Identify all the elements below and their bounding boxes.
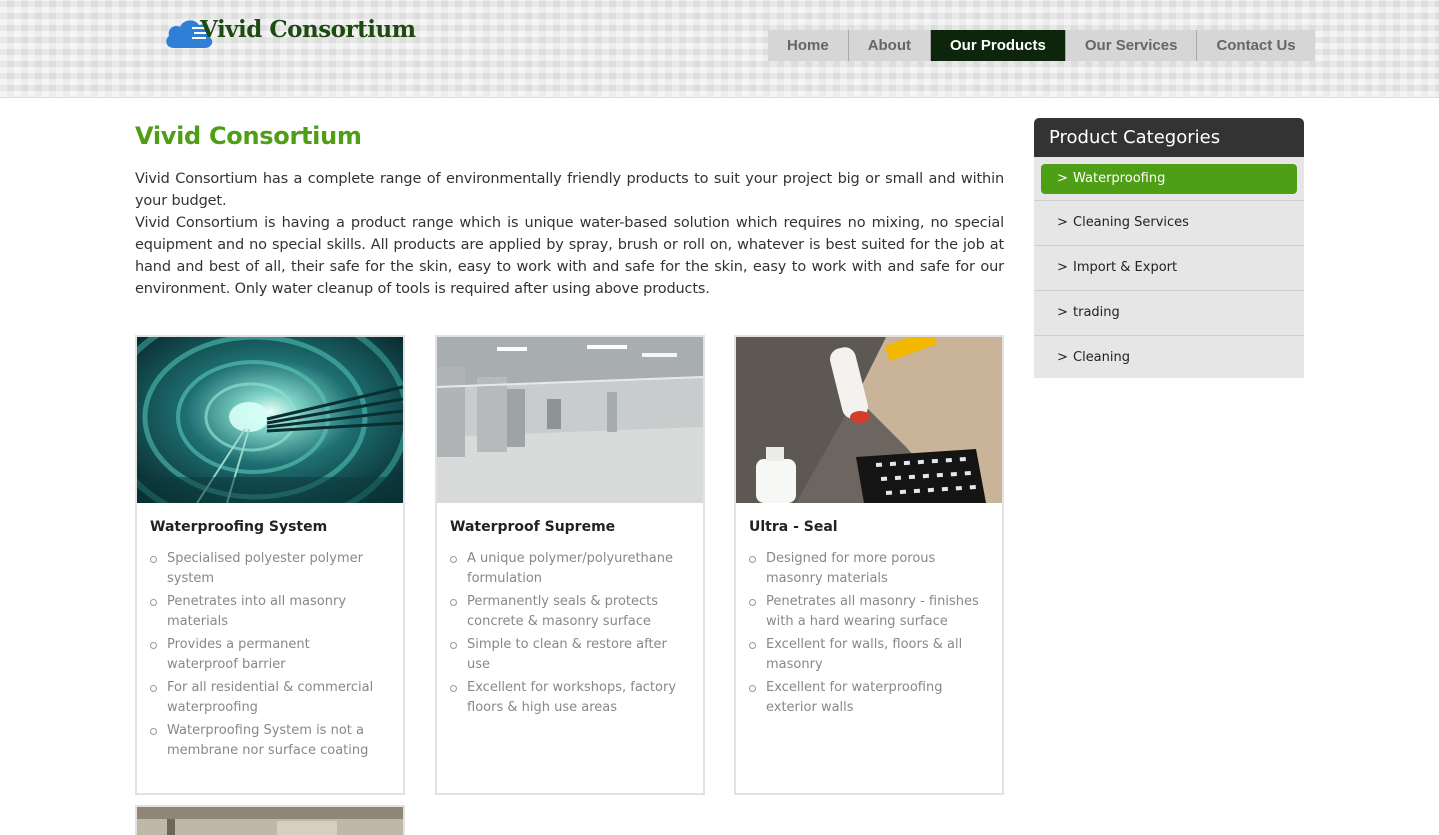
page-title: Vivid Consortium xyxy=(135,122,362,150)
product-title: Waterproof Supreme xyxy=(450,519,616,535)
paint-roller-photo[interactable] xyxy=(736,337,1002,503)
category-cleaning[interactable]: > Cleaning xyxy=(1034,336,1304,378)
product-card-waterproof-supreme[interactable]: Waterproof Supreme A unique polymer/poly… xyxy=(435,335,705,795)
category-trading[interactable]: > trading xyxy=(1034,291,1304,336)
list-item: For all residential & commercial waterpr… xyxy=(150,678,382,718)
site-header: Vivid Consortium Home About Our Products… xyxy=(0,0,1439,98)
category-label: Import & Export xyxy=(1073,260,1178,275)
nav-about[interactable]: About xyxy=(848,30,932,61)
product-card-waterproofing-system[interactable]: Waterproofing System Specialised polyest… xyxy=(135,335,405,795)
chevron-right-icon: > xyxy=(1057,260,1068,275)
list-item: Excellent for workshops, factory floors … xyxy=(450,678,682,718)
chevron-right-icon: > xyxy=(1057,305,1068,320)
tunnel-photo[interactable] xyxy=(137,337,403,503)
active-category-highlight[interactable]: > Waterproofing xyxy=(1041,164,1297,194)
nav-home[interactable]: Home xyxy=(768,30,849,61)
list-item: Permanently seals & protects concrete & … xyxy=(450,592,682,632)
chevron-right-icon: > xyxy=(1057,215,1068,230)
sidebar-title: Product Categories xyxy=(1034,118,1304,157)
product-title: Waterproofing System xyxy=(150,519,328,535)
main-nav: Home About Our Products Our Services Con… xyxy=(768,30,1315,61)
product-categories-sidebar: Product Categories > Waterproofing > Cle… xyxy=(1034,118,1304,378)
site-logo[interactable]: Vivid Consortium xyxy=(164,12,416,52)
list-item: Waterproofing System is not a membrane n… xyxy=(150,721,382,761)
category-list: > Waterproofing > Cleaning Services > Im… xyxy=(1034,157,1304,378)
parking-garage-photo[interactable] xyxy=(437,337,703,503)
chevron-right-icon: > xyxy=(1057,350,1068,365)
product-card-partial[interactable] xyxy=(135,805,405,835)
list-item: Excellent for walls, floors & all masonr… xyxy=(749,635,981,675)
category-label: Waterproofing xyxy=(1073,171,1166,186)
list-item: Penetrates into all masonry materials xyxy=(150,592,382,632)
product-features-list: Designed for more porous masonry materia… xyxy=(749,549,981,721)
list-item: Designed for more porous masonry materia… xyxy=(749,549,981,589)
category-label: trading xyxy=(1073,305,1120,320)
intro-paragraph: Vivid Consortium is having a product ran… xyxy=(135,215,1004,297)
product-title: Ultra - Seal xyxy=(749,519,838,535)
intro-paragraph: Vivid Consortium has a complete range of… xyxy=(135,171,1004,209)
category-waterproofing[interactable]: > Waterproofing xyxy=(1034,164,1304,201)
nav-contact-us[interactable]: Contact Us xyxy=(1197,30,1315,61)
list-item: Excellent for waterproofing exterior wal… xyxy=(749,678,981,718)
list-item: Penetrates all masonry - finishes with a… xyxy=(749,592,981,632)
intro-text: Vivid Consortium has a complete range of… xyxy=(135,168,1004,300)
list-item: Specialised polyester polymer system xyxy=(150,549,382,589)
chevron-right-icon: > xyxy=(1057,171,1068,186)
list-item: Simple to clean & restore after use xyxy=(450,635,682,675)
list-item: A unique polymer/polyurethane formulatio… xyxy=(450,549,682,589)
product-features-list: Specialised polyester polymer system Pen… xyxy=(150,549,382,764)
category-label: Cleaning Services xyxy=(1073,215,1189,230)
product-card-ultra-seal[interactable]: Ultra - Seal Designed for more porous ma… xyxy=(734,335,1004,795)
list-item: Provides a permanent waterproof barrier xyxy=(150,635,382,675)
category-import-export[interactable]: > Import & Export xyxy=(1034,246,1304,291)
product-photo[interactable] xyxy=(137,807,403,835)
nav-our-services[interactable]: Our Services xyxy=(1065,30,1198,61)
nav-our-products[interactable]: Our Products xyxy=(931,30,1066,61)
product-features-list: A unique polymer/polyurethane formulatio… xyxy=(450,549,682,721)
category-label: Cleaning xyxy=(1073,350,1130,365)
category-cleaning-services[interactable]: > Cleaning Services xyxy=(1034,201,1304,246)
logo-text: Vivid Consortium xyxy=(200,16,416,43)
